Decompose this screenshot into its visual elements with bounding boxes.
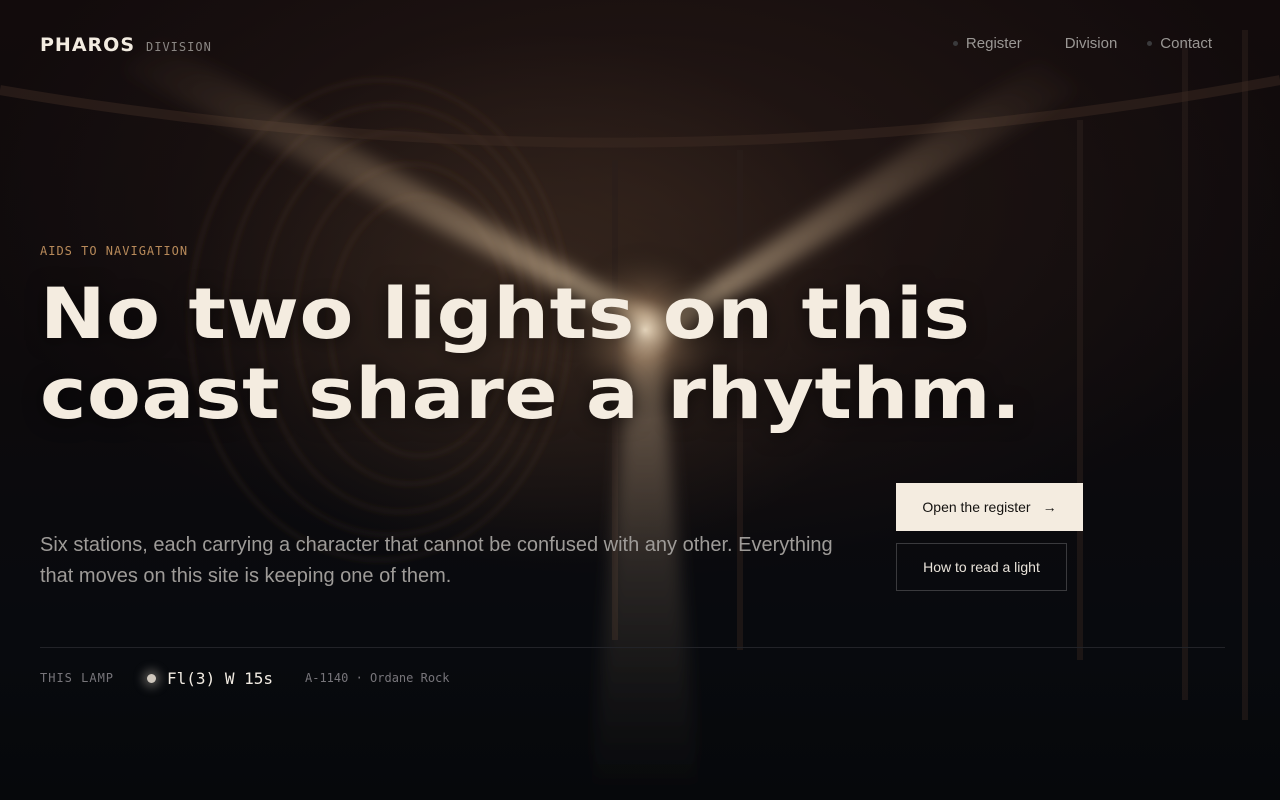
headline-line-2: coast share a rhythm. xyxy=(40,353,1022,435)
nav-label: Register xyxy=(965,35,1022,52)
lamp-character: Fl(3) W 15s xyxy=(167,668,273,688)
hero-eyebrow: AIDS TO NAVIGATION xyxy=(40,244,189,258)
how-to-read-button[interactable]: How to read a light xyxy=(896,543,1067,591)
lamp-label: THIS LAMP xyxy=(40,671,115,685)
nav-dot-icon xyxy=(1147,41,1153,46)
hero-lede: Six stations, each carrying a character … xyxy=(40,534,833,587)
nav-dot-icon xyxy=(1052,41,1057,46)
hero-headline: No two lights on this coast share a rhyt… xyxy=(40,274,1138,434)
nav-item-division[interactable]: Division xyxy=(1052,35,1118,52)
open-register-button[interactable]: Open the register → xyxy=(896,483,1083,531)
nav-label: Division xyxy=(1064,35,1118,52)
brand-name: PHAROS xyxy=(40,34,135,56)
open-register-label: Open the register xyxy=(922,499,1031,515)
lamp-light-icon xyxy=(147,673,157,683)
divider xyxy=(40,647,1225,648)
nav-dot-icon xyxy=(952,41,958,46)
lamp-status: THIS LAMP Fl(3) W 15s A-1140 · Ordane Ro… xyxy=(40,664,450,692)
nav-label: Contact xyxy=(1160,35,1212,52)
site-header: PHAROS DIVISION Register Division Contac… xyxy=(40,30,1240,60)
hero-section: PHAROS DIVISION Register Division Contac… xyxy=(0,0,1280,800)
main-nav: Register Division Contact xyxy=(923,35,1212,52)
brand-logo[interactable]: PHAROS DIVISION xyxy=(40,34,212,56)
nav-item-register[interactable]: Register xyxy=(952,35,1022,52)
headline-line-1: No two lights on this xyxy=(40,273,971,355)
arrow-right-icon: → xyxy=(1042,499,1057,515)
lamp-station: A-1140 · Ordane Rock xyxy=(305,671,450,685)
nav-item-contact[interactable]: Contact xyxy=(1147,35,1212,52)
brand-subtitle: DIVISION xyxy=(146,40,212,54)
